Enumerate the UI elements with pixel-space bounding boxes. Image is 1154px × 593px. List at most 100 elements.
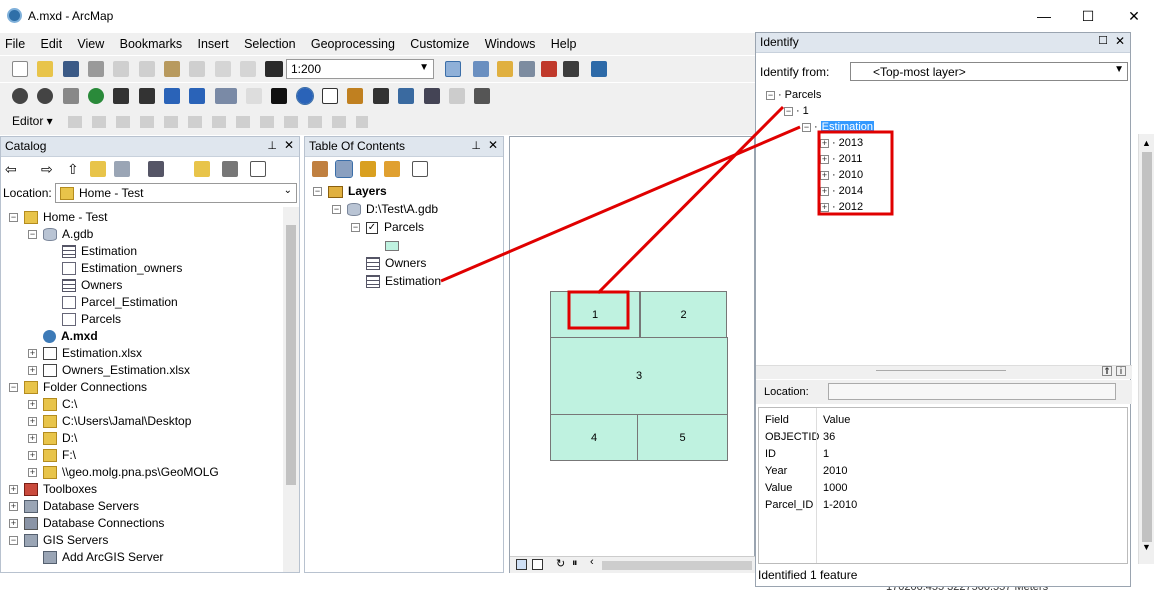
list-by-drawing-order-icon[interactable] (312, 161, 328, 177)
modelbuilder-icon[interactable] (591, 61, 607, 77)
connect-folder-icon[interactable] (114, 161, 130, 177)
expand-icon[interactable]: + (820, 138, 829, 148)
catalog-item[interactable]: + C:\Users\Jamal\Desktop (28, 413, 191, 430)
views-icon[interactable] (148, 161, 164, 177)
parcel-5[interactable]: 5 (637, 414, 728, 461)
catalog-item[interactable]: + Toolboxes (9, 481, 97, 498)
menu-geoprocessing[interactable]: Geoprocessing (306, 33, 402, 51)
parcel-2[interactable]: 2 (640, 291, 727, 338)
arctoolbox-icon[interactable] (541, 61, 557, 77)
collapse-icon[interactable]: − (784, 106, 793, 116)
catalog-item[interactable]: + D:\ (28, 430, 77, 447)
right-scrollbar[interactable]: ▲ ▼ (1138, 134, 1154, 564)
list-by-selection-icon[interactable] (384, 161, 400, 177)
new-document-icon[interactable] (12, 61, 28, 77)
paste-icon[interactable] (164, 61, 181, 77)
catalog-scrollbar[interactable] (283, 207, 299, 572)
close-toc-icon[interactable]: ✕ (488, 138, 498, 152)
expand-icon[interactable]: + (28, 417, 37, 427)
add-data-icon[interactable] (265, 61, 284, 77)
catalog-item[interactable]: Estimation (47, 243, 137, 260)
field-row[interactable]: Year 2010 (763, 463, 1129, 480)
catalog-item[interactable]: Parcel_Estimation (47, 294, 178, 311)
location-combo[interactable]: Home - Test ⌄ (55, 183, 297, 203)
scroll-left-icon[interactable]: ‹ (590, 556, 594, 568)
scroll-up-icon[interactable]: ▲ (1142, 138, 1151, 148)
collapse-icon[interactable]: − (766, 90, 775, 100)
catalog-item[interactable]: + Database Connections (9, 515, 164, 532)
minimize-button[interactable]: — (1034, 6, 1054, 26)
expand-icon[interactable]: + (28, 451, 37, 461)
select-features-icon[interactable] (214, 88, 237, 104)
zoom-out-icon[interactable] (37, 88, 54, 104)
close-button[interactable]: ✕ (1124, 6, 1144, 26)
location-field[interactable] (828, 383, 1116, 400)
menu-windows[interactable]: Windows (480, 33, 543, 51)
list-by-source-icon[interactable] (335, 160, 353, 178)
expand-icon[interactable]: + (28, 434, 37, 444)
home-icon[interactable] (90, 161, 106, 177)
splitter[interactable]: ⇑ i (756, 365, 1132, 379)
collapse-icon[interactable]: − (9, 213, 18, 223)
symbol-swatch-icon[interactable] (385, 240, 399, 251)
menu-selection[interactable]: Selection (239, 33, 302, 51)
fixed-zoom-in-icon[interactable] (113, 88, 130, 104)
layout-view-icon[interactable] (532, 559, 543, 570)
measure-icon[interactable] (347, 88, 364, 104)
editor-menu[interactable]: Editor ▾ (12, 114, 53, 128)
html-popup-icon[interactable] (322, 88, 339, 104)
menu-help[interactable]: Help (546, 33, 584, 51)
redo-icon[interactable] (240, 61, 257, 77)
identify-tree-item[interactable]: − · Estimation (802, 119, 875, 136)
catalog-item[interactable]: Estimation_owners (47, 260, 182, 277)
open-icon[interactable] (37, 61, 54, 77)
collapse-icon[interactable]: − (332, 205, 341, 215)
expand-icon[interactable]: + (28, 400, 37, 410)
identify-tree-item[interactable]: + · 2012 (820, 199, 863, 216)
field-row[interactable]: ID 1 (763, 446, 1129, 463)
expand-icon[interactable]: + (28, 366, 37, 376)
menu-edit[interactable]: Edit (36, 33, 70, 51)
maximize-button[interactable]: ☐ (1078, 6, 1098, 26)
menu-view[interactable]: View (72, 33, 111, 51)
identify-tree-item[interactable]: + · 2014 (820, 183, 863, 200)
identify-from-combo[interactable]: <Top-most layer> ▼ (850, 62, 1128, 81)
identify-tree-item[interactable]: + · 2013 (820, 135, 863, 152)
catalog-item[interactable]: Owners (47, 277, 122, 294)
close-catalog-icon[interactable]: ✕ (284, 138, 294, 152)
toc-item[interactable]: Estimation (351, 273, 441, 290)
scroll-down-icon[interactable]: ▼ (1142, 542, 1151, 552)
catalog-item[interactable]: − Folder Connections (9, 379, 147, 396)
field-row[interactable]: Parcel_ID 1-2010 (763, 497, 1129, 514)
toc-options-icon[interactable] (412, 161, 428, 177)
checkbox-icon[interactable]: ✓ (366, 221, 378, 234)
catalog-item[interactable]: Add ArcGIS Server (28, 549, 163, 566)
toc-item[interactable] (370, 237, 399, 254)
collapse-icon[interactable]: − (802, 122, 811, 132)
select-elements-icon[interactable] (271, 88, 288, 104)
python-icon[interactable] (563, 61, 579, 77)
expand-icon[interactable]: + (820, 202, 829, 212)
parcel-1[interactable]: 1 (550, 291, 640, 338)
catalog-item[interactable]: + C:\ (28, 396, 77, 413)
toc-item[interactable]: − ✓ Parcels (351, 219, 424, 236)
forward-arrow-icon[interactable]: ⇨ (41, 161, 53, 178)
viewer-window-icon[interactable] (474, 88, 491, 104)
menu-file[interactable]: File (0, 33, 32, 51)
refresh-icon[interactable]: ↻ (556, 557, 565, 570)
find-route-icon[interactable] (398, 88, 415, 104)
catalog-icon[interactable] (497, 61, 513, 77)
map-h-scrollbar[interactable] (602, 561, 752, 570)
menu-insert[interactable]: Insert (192, 33, 235, 51)
full-extent-icon[interactable] (88, 88, 105, 104)
catalog-item[interactable]: A.mxd (28, 328, 98, 345)
identify-icon[interactable] (295, 87, 314, 105)
expand-icon[interactable]: + (820, 170, 829, 180)
forward-extent-icon[interactable] (189, 88, 206, 104)
toc-item[interactable]: − D:\Test\A.gdb (332, 201, 438, 218)
search-window-icon[interactable] (519, 61, 535, 77)
expand-icon[interactable]: + (9, 519, 18, 529)
collapse-icon[interactable]: − (9, 383, 18, 393)
catalog-item[interactable]: + \\geo.molg.pna.ps\GeoMOLG (28, 464, 219, 481)
collapse-icon[interactable]: − (28, 230, 37, 240)
